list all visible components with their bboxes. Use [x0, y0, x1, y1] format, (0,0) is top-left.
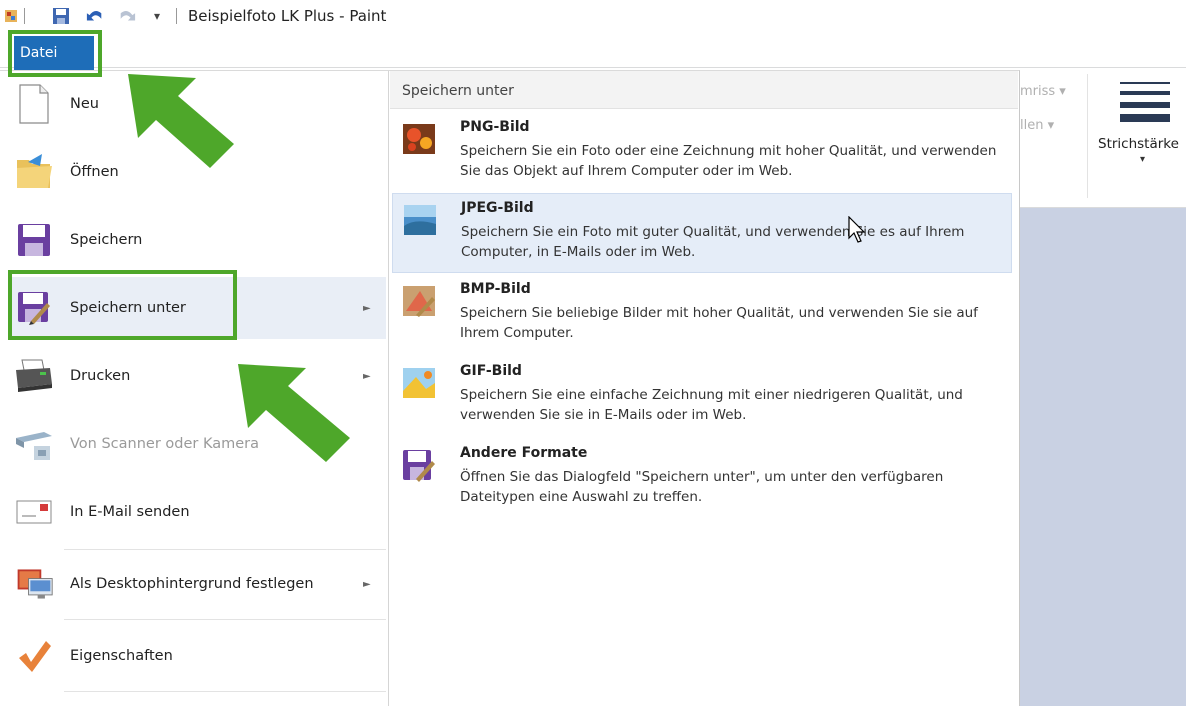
- submenu-item-title: Andere Formate: [460, 445, 588, 461]
- submenu-title: Speichern unter: [402, 83, 514, 99]
- menu-item-label: Eigenschaften: [70, 648, 173, 664]
- ribbon-tab-strip: [0, 32, 1186, 68]
- submenu-item-description: Speichern Sie eine einfache Zeichnung mi…: [460, 387, 963, 423]
- pane-divider: [388, 71, 389, 706]
- menu-item-label: In E-Mail senden: [70, 504, 190, 520]
- fill-dropdown[interactable]: llen ▾: [1020, 118, 1054, 133]
- menu-item-properties[interactable]: Eigenschaften: [8, 625, 386, 687]
- title-bar: ▾ Beispielfoto LK Plus - Paint: [0, 0, 1186, 32]
- submenu-item-title: GIF-Bild: [460, 363, 522, 379]
- submenu-item-png[interactable]: PNG-Bild Speichern Sie ein Foto oder ein…: [392, 113, 1012, 193]
- highlight-file-tab: [8, 30, 102, 77]
- open-folder-icon: [14, 152, 54, 192]
- customize-qat-icon[interactable]: ▾: [148, 7, 166, 25]
- outline-label: mriss: [1020, 84, 1056, 99]
- submenu-item-description: Speichern Sie ein Foto oder eine Zeichnu…: [460, 143, 997, 179]
- submenu-header: Speichern unter: [390, 71, 1018, 109]
- fill-label: llen: [1020, 118, 1044, 133]
- menu-item-label: Als Desktophintergrund festlegen: [70, 576, 314, 592]
- menu-divider: [64, 619, 386, 620]
- green-arrow-icon: [238, 364, 350, 462]
- submenu-item-description: Speichern Sie beliebige Bilder mit hoher…: [460, 305, 978, 341]
- jpeg-image-icon: [403, 204, 436, 236]
- other-formats-icon: [402, 449, 435, 482]
- gif-image-icon: [402, 367, 435, 399]
- png-image-icon: [402, 123, 435, 155]
- paint-app-icon[interactable]: [2, 7, 20, 25]
- quick-save-icon[interactable]: [52, 7, 70, 25]
- stroke-width-chevron-icon: ▾: [1140, 154, 1146, 165]
- printer-icon: [14, 356, 54, 396]
- menu-item-label: Öffnen: [70, 164, 119, 180]
- new-page-icon: [14, 84, 54, 124]
- redo-icon[interactable]: [118, 7, 136, 25]
- stroke-width-icon: [1120, 82, 1170, 122]
- menu-item-label: Neu: [70, 96, 99, 112]
- undo-icon[interactable]: [86, 7, 104, 25]
- qat-separator: [24, 8, 25, 24]
- menu-item-label: Von Scanner oder Kamera: [70, 436, 259, 452]
- menu-item-desktop-background[interactable]: Als Desktophintergrund festlegen ►: [8, 553, 386, 615]
- desktop-background-icon: [14, 564, 54, 604]
- title-separator: [176, 8, 177, 24]
- menu-item-save[interactable]: Speichern: [8, 209, 386, 271]
- stroke-width-button[interactable]: Strichstärke ▾: [1098, 78, 1186, 188]
- submenu-item-description: Speichern Sie ein Foto mit guter Qualitä…: [461, 224, 965, 260]
- submenu-item-other-formats[interactable]: Andere Formate Öffnen Sie das Dialogfeld…: [392, 439, 1012, 519]
- ribbon-group-separator: [1087, 74, 1088, 198]
- submenu-item-title: PNG-Bild: [460, 119, 530, 135]
- menu-item-label: Speichern: [70, 232, 143, 248]
- canvas-area[interactable]: [1020, 208, 1186, 706]
- submenu-arrow-icon: ►: [363, 302, 371, 314]
- outline-dropdown[interactable]: mriss ▾: [1020, 84, 1066, 99]
- submenu-arrow-icon: ►: [363, 370, 371, 382]
- scanner-icon: [14, 424, 54, 464]
- submenu-item-title: BMP-Bild: [460, 281, 531, 297]
- save-as-submenu: Speichern unter PNG-Bild Speichern Sie e…: [390, 71, 1018, 706]
- submenu-arrow-icon: ►: [363, 578, 371, 590]
- stroke-width-label: Strichstärke: [1098, 136, 1179, 152]
- menu-divider: [64, 549, 386, 550]
- menu-divider: [64, 691, 386, 692]
- highlight-save-as: [8, 270, 237, 340]
- bmp-image-icon: [402, 285, 435, 317]
- checkmark-icon: [14, 636, 54, 676]
- menu-item-label: Drucken: [70, 368, 131, 384]
- submenu-item-jpeg[interactable]: JPEG-Bild Speichern Sie ein Foto mit gut…: [392, 193, 1012, 273]
- window-title: Beispielfoto LK Plus - Paint: [188, 7, 387, 25]
- save-disk-icon: [14, 220, 54, 260]
- green-arrow-icon: [128, 74, 234, 168]
- submenu-item-gif[interactable]: GIF-Bild Speichern Sie eine einfache Zei…: [392, 357, 1012, 437]
- mouse-cursor-icon: [848, 216, 866, 243]
- submenu-item-description: Öffnen Sie das Dialogfeld "Speichern unt…: [460, 469, 944, 505]
- submenu-item-bmp[interactable]: BMP-Bild Speichern Sie beliebige Bilder …: [392, 275, 1012, 355]
- menu-item-email[interactable]: In E-Mail senden: [8, 481, 386, 543]
- ribbon-body: mriss ▾ llen ▾ Strichstärke ▾: [1020, 68, 1186, 208]
- submenu-item-title: JPEG-Bild: [461, 200, 534, 216]
- email-icon: [14, 492, 54, 532]
